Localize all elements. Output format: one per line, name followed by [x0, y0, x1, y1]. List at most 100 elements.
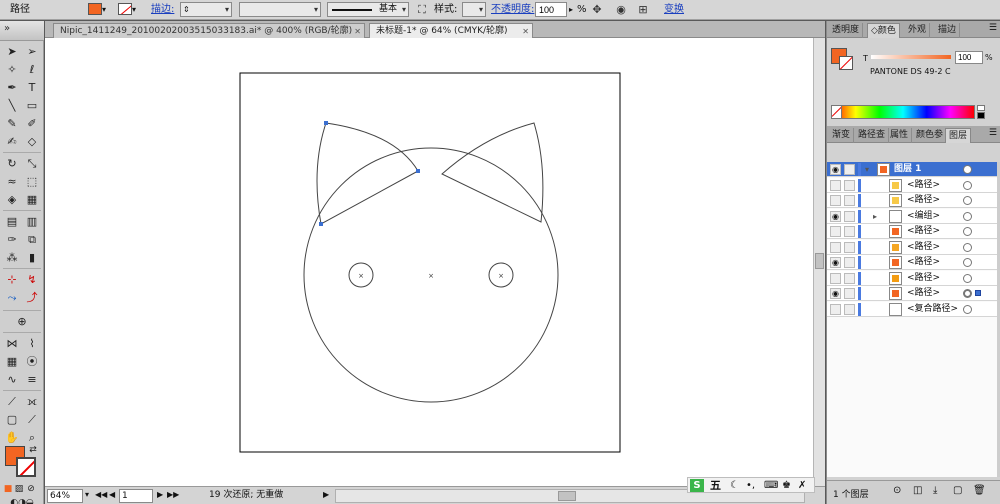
rectangle-tool-icon[interactable]: ▭ — [23, 98, 41, 114]
pen-tool-icon[interactable]: ✒ — [3, 80, 21, 96]
visibility-toggle[interactable] — [830, 195, 841, 206]
tools-panel-grip[interactable] — [0, 21, 44, 41]
line-tool-icon[interactable]: ╲ — [3, 98, 21, 114]
scrollbar-thumb[interactable] — [815, 253, 824, 269]
first-artboard-icon[interactable]: ◀◀ — [95, 489, 107, 503]
slice-tool-icon[interactable]: ↯ — [23, 272, 41, 288]
locate-object-icon[interactable]: ⊙ — [893, 485, 901, 496]
eye-icon[interactable]: ◉ — [830, 257, 841, 268]
shape-builder-icon[interactable]: ◈ — [3, 192, 21, 208]
close-icon[interactable]: ✕ — [522, 24, 529, 39]
tint-slider[interactable] — [871, 55, 951, 59]
target-circle-icon[interactable] — [963, 304, 972, 314]
right-ear-path[interactable] — [441, 122, 544, 223]
selection-indicator[interactable] — [975, 290, 981, 296]
tab-stroke[interactable]: 描边 — [935, 23, 961, 38]
collapse-arrow-icon[interactable]: ▸ — [873, 210, 877, 223]
anchor-point[interactable] — [324, 121, 328, 125]
expand-arrow-icon[interactable]: ▾ — [865, 163, 869, 176]
artboard-number-select[interactable]: 1 — [119, 489, 153, 503]
lock-toggle[interactable] — [844, 179, 855, 191]
paintbrush-icon[interactable]: ✎ — [3, 116, 21, 132]
lock-toggle[interactable] — [844, 272, 855, 284]
shirt-icon[interactable]: ♚ — [782, 479, 791, 492]
layer-item-row[interactable]: <复合路径> — [827, 301, 997, 317]
black-swatch[interactable] — [977, 112, 985, 119]
envelope-icon[interactable]: ⋈ — [3, 336, 21, 352]
keyboard-icon[interactable]: ⌨ — [764, 479, 778, 492]
symbol-sprayer-icon[interactable]: ⁂ — [3, 250, 21, 266]
live-paint-icon[interactable]: ▦ — [23, 192, 41, 208]
eye-icon[interactable]: ◉ — [830, 210, 841, 222]
white-swatch[interactable] — [977, 105, 985, 111]
layer-item-row[interactable]: ◉ ▸ <编组> — [827, 208, 997, 224]
eye-icon[interactable]: ◉ — [830, 288, 841, 299]
layer-item-row[interactable]: <路径> — [827, 270, 997, 286]
zoom-tool-icon[interactable]: ⤴ — [23, 290, 41, 306]
lock-toggle[interactable] — [844, 195, 855, 206]
puppet-icon[interactable]: ⦿ — [23, 354, 41, 370]
tab-color[interactable]: ◇颜色 — [867, 23, 900, 38]
target-circle-icon[interactable] — [963, 227, 972, 236]
magic-wand-icon[interactable]: ✧ — [3, 62, 21, 78]
stroke-none-box[interactable] — [16, 457, 36, 477]
tab-document-1[interactable]: Nipic_1411249_20100202003515033183.ai* @… — [53, 23, 365, 38]
new-sublayer-icon[interactable]: ⤓ — [933, 485, 937, 496]
canvas[interactable]: × × × — [45, 38, 813, 486]
panel-menu-icon[interactable]: ☰ — [989, 128, 997, 138]
rotate-tool-icon[interactable]: ↻ — [3, 156, 21, 172]
lock-toggle[interactable] — [844, 241, 855, 253]
stroke-link[interactable]: 描边: — [151, 0, 174, 20]
brush-select[interactable]: 基本 — [327, 2, 409, 17]
warp-envelope-icon[interactable]: ⌇ — [23, 336, 41, 352]
scale-tool-icon[interactable]: ⤡ — [23, 156, 41, 172]
blob-brush-icon[interactable]: ✍ — [3, 134, 21, 150]
target-circle-icon[interactable] — [963, 242, 972, 252]
drawing-modes-icon[interactable]: ◐◑◒ — [3, 495, 41, 504]
panel-stroke-none[interactable] — [839, 56, 853, 70]
tab-gradient[interactable]: 渐变 — [829, 128, 855, 143]
layer-item-row[interactable]: <路径> — [827, 224, 997, 239]
lock-toggle[interactable] — [844, 303, 855, 315]
pencil-icon[interactable]: ✐ — [23, 116, 41, 132]
lock-toggle[interactable] — [844, 288, 855, 299]
globe-icon[interactable]: ◉ — [614, 3, 628, 17]
anchor-point[interactable] — [319, 222, 323, 226]
recolor-icon[interactable]: ⛶ — [415, 3, 429, 17]
tab-transparency[interactable]: 透明度 — [829, 23, 864, 38]
stroke-swatch[interactable]: ▾ — [118, 0, 136, 20]
scrollbar-thumb[interactable] — [558, 491, 576, 501]
prev-artboard-icon[interactable]: ◀ — [109, 489, 115, 503]
layer-item-row[interactable]: ◉ <路径> — [827, 286, 997, 301]
new-layer-icon[interactable]: ▢ — [953, 485, 962, 496]
tab-pathfinder[interactable]: 路径查 — [855, 128, 890, 143]
style-select[interactable] — [462, 2, 486, 17]
layer-item-row[interactable]: <路径> — [827, 193, 997, 208]
opacity-dropdown-arrow[interactable]: ▸ — [569, 0, 573, 20]
zoom-dropdown-icon[interactable]: ▾ — [85, 489, 89, 503]
zoom-select[interactable]: 64% — [47, 489, 83, 503]
target-circle-icon[interactable] — [963, 165, 972, 174]
layer-item-row[interactable]: <路径> — [827, 239, 997, 255]
wrench-icon[interactable]: ✗ — [798, 479, 806, 492]
blend-tool-icon[interactable]: ⧉ — [23, 232, 41, 248]
hand-icon[interactable]: ✋ — [3, 430, 21, 446]
eyedropper-icon[interactable]: ✑ — [3, 232, 21, 248]
delete-layer-icon[interactable]: 🗑 — [973, 485, 986, 496]
layer-item-row[interactable]: ◉ <路径> — [827, 255, 997, 270]
type-tool-icon[interactable]: T — [23, 80, 41, 96]
hand-tool-icon[interactable]: ⤳ — [3, 290, 21, 306]
crosshair-icon[interactable]: ⊕ — [13, 314, 31, 330]
eye-icon[interactable]: ◉ — [830, 164, 841, 175]
color-spectrum[interactable] — [831, 105, 975, 119]
tab-attributes[interactable]: 属性 — [887, 128, 913, 143]
perspective-grid-icon[interactable]: ▤ — [3, 214, 21, 230]
opacity-input[interactable] — [535, 2, 567, 17]
lasso-icon[interactable]: ℓ — [23, 62, 41, 78]
left-ear-path[interactable] — [316, 122, 419, 225]
lock-toggle[interactable] — [844, 257, 855, 268]
frame-icon[interactable]: ▢ — [3, 412, 21, 428]
clipping-mask-icon[interactable]: ◫ — [913, 485, 922, 496]
transform-grid-icon[interactable]: ⊞ — [636, 3, 650, 17]
target-circle-icon[interactable] — [963, 196, 972, 205]
